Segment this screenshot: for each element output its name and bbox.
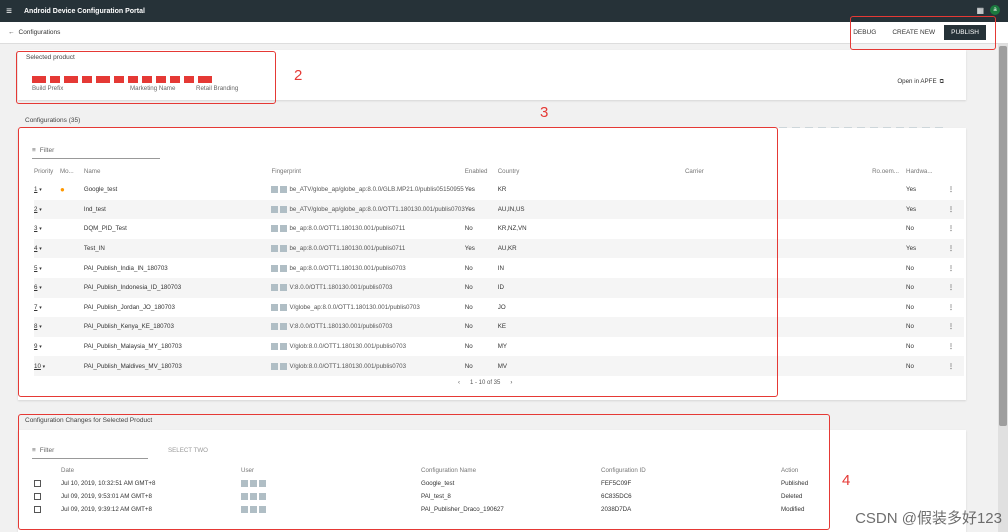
more-vert-icon[interactable]: ⋮	[948, 206, 954, 213]
ro-oem-value	[872, 356, 907, 376]
annotation-number-4: 4	[842, 472, 851, 489]
app-title: Android Device Configuration Portal	[24, 7, 145, 15]
more-vert-icon[interactable]: ⋮	[948, 186, 954, 193]
open-in-apfe-link[interactable]: Open in APFE ⧉	[897, 78, 944, 86]
more-vert-icon[interactable]: ⋮	[948, 323, 954, 330]
open-in-new-icon: ⧉	[939, 78, 944, 85]
hardware-value: Yes	[906, 199, 948, 220]
annotation-number-3: 3	[540, 104, 549, 121]
ro-oem-value	[872, 238, 907, 259]
more-vert-icon[interactable]: ⋮	[948, 225, 954, 232]
back-link[interactable]: ← Configurations	[8, 29, 60, 36]
hardware-value: Yes	[906, 238, 948, 259]
hardware-value: No	[906, 225, 914, 233]
ro-oem-value	[872, 180, 906, 200]
hardware-value: No	[906, 317, 948, 337]
configurations-title: Configurations (35)	[25, 117, 81, 124]
more-vert-icon[interactable]: ⋮	[948, 265, 954, 272]
more-vert-icon[interactable]: ⋮	[948, 245, 954, 252]
hardware-value: No	[906, 343, 914, 351]
more-vert-icon[interactable]: ⋮	[948, 363, 954, 370]
annotation-box-4	[18, 414, 830, 530]
apps-grid-icon[interactable]: ▦	[976, 6, 984, 15]
more-vert-icon[interactable]: ⋮	[948, 304, 954, 311]
hamburger-menu-icon[interactable]: ≡	[0, 6, 18, 17]
avatar[interactable]: a	[990, 5, 1000, 15]
column-header[interactable]: Ro.oem...	[872, 162, 906, 180]
more-vert-icon[interactable]: ⋮	[948, 284, 954, 291]
annotation-box-2	[16, 51, 276, 104]
hardware-value: No	[906, 303, 914, 311]
ro-oem-value	[872, 258, 906, 278]
ro-oem-value	[872, 337, 906, 357]
annotation-box-3	[18, 127, 778, 397]
annotation-box-1	[850, 16, 996, 50]
more-vert-icon[interactable]: ⋮	[948, 343, 954, 350]
hardware-value: No	[906, 264, 914, 272]
ro-oem-value	[872, 219, 906, 239]
back-label: Configurations	[18, 29, 61, 36]
ro-oem-value	[872, 199, 907, 220]
annotation-number-2: 2	[294, 67, 303, 84]
scrollbar-thumb[interactable]	[999, 46, 1007, 426]
open-in-apfe-label: Open in APFE	[897, 78, 937, 85]
column-header[interactable]: Hardwa...	[906, 162, 948, 180]
watermark: CSDN @假装多好123	[855, 510, 1002, 527]
arrow-back-icon[interactable]: ←	[8, 29, 15, 36]
ro-oem-value	[872, 298, 906, 318]
ro-oem-value	[872, 277, 907, 298]
hardware-value: Yes	[906, 186, 917, 194]
hardware-value: No	[906, 356, 948, 376]
ro-oem-value	[872, 317, 907, 337]
hardware-value: No	[906, 277, 948, 298]
